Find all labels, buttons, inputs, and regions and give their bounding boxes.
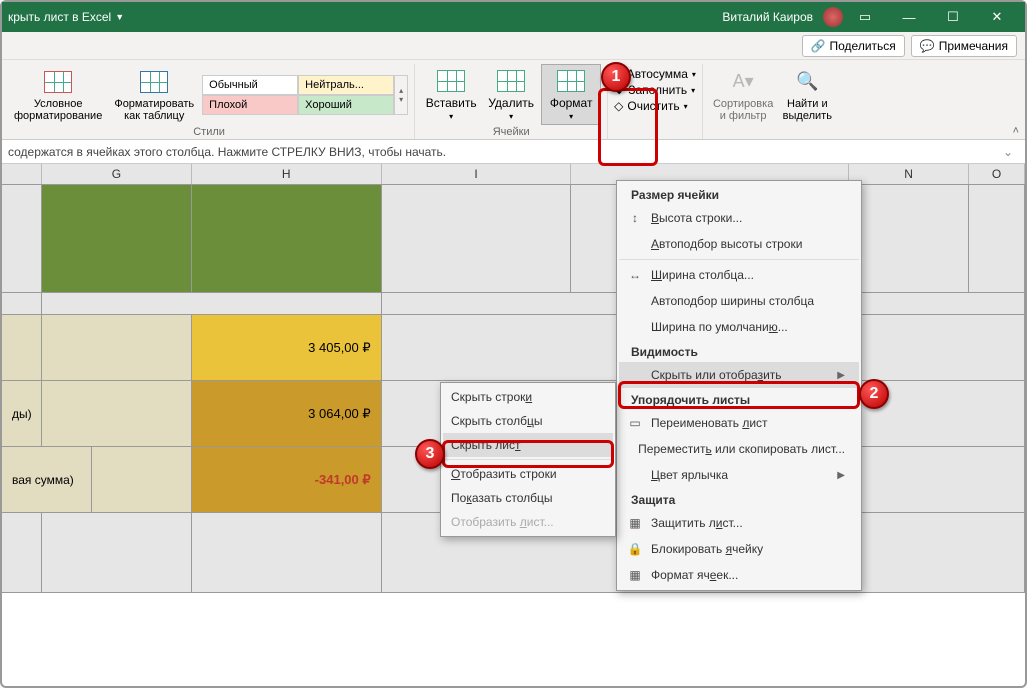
menu-item-row-height[interactable]: ↕ВВысота строки...ысота строки... bbox=[619, 205, 859, 231]
menu-item-show-cols[interactable]: Показать столбцы bbox=[443, 486, 613, 510]
lock-icon: 🔒 bbox=[627, 541, 643, 557]
rowhdr-gutter bbox=[2, 164, 42, 184]
avatar[interactable] bbox=[823, 7, 843, 27]
title-dropdown-icon[interactable]: ▼ bbox=[115, 12, 124, 22]
menu-item-autofit-col[interactable]: Автоподбор ширины столбца bbox=[619, 288, 859, 314]
formula-bar[interactable]: содержатся в ячейках этого столбца. Нажм… bbox=[2, 140, 1025, 164]
formula-expand-icon[interactable]: ⌄ bbox=[997, 145, 1019, 159]
protect-icon: ▦ bbox=[627, 515, 643, 531]
menu-item-format-cells[interactable]: ▦Формат ячеек... bbox=[619, 562, 859, 588]
row-label-1: ды) bbox=[2, 381, 42, 446]
col-n[interactable]: N bbox=[849, 164, 969, 184]
menu-item-show-rows[interactable]: Отобразить строки bbox=[443, 462, 613, 486]
col-h[interactable]: H bbox=[192, 164, 382, 184]
rename-icon: ▭ bbox=[627, 415, 643, 431]
group-label-cells: Ячейки bbox=[415, 126, 607, 138]
hide-show-submenu: Скрыть строки Скрыть столбцы Скрыть лист… bbox=[440, 382, 616, 537]
conditional-formatting-button[interactable]: Условное форматирование bbox=[10, 66, 106, 124]
format-menu: Размер ячейки ↕ВВысота строки...ысота ст… bbox=[616, 180, 862, 591]
callout-2: 2 bbox=[859, 379, 889, 409]
row-height-icon: ↕ bbox=[627, 210, 643, 226]
maximize-window-icon[interactable]: ☐ bbox=[931, 2, 975, 32]
format-as-table-icon bbox=[138, 68, 170, 96]
menu-item-lock-cell[interactable]: 🔒Блокировать ячейку bbox=[619, 536, 859, 562]
find-select-button[interactable]: 🔍 Найти и выделить bbox=[777, 66, 837, 124]
menu-item-move-copy-sheet[interactable]: Переместить или скопировать лист... bbox=[619, 436, 859, 462]
menu-item-protect-sheet[interactable]: ▦Защитить лист... bbox=[619, 510, 859, 536]
col-g[interactable]: G bbox=[42, 164, 192, 184]
share-icon: 🔗 bbox=[811, 39, 826, 53]
menu-item-hide-rows[interactable]: Скрыть строки bbox=[443, 385, 613, 409]
style-neutral[interactable]: Нейтраль... bbox=[298, 75, 394, 95]
conditional-formatting-icon bbox=[42, 68, 74, 96]
find-icon: 🔍 bbox=[791, 68, 823, 96]
insert-icon bbox=[435, 67, 467, 95]
menu-item-tab-color[interactable]: Цвет ярлычка▶ bbox=[619, 462, 859, 488]
menu-item-default-width[interactable]: Ширина по умолчанию... bbox=[619, 314, 859, 340]
style-bad[interactable]: Плохой bbox=[202, 95, 298, 115]
menu-header-protect: Защита bbox=[619, 488, 859, 510]
formula-text: содержатся в ячейках этого столбца. Нажм… bbox=[8, 145, 446, 159]
share-button[interactable]: 🔗Поделиться bbox=[802, 35, 905, 57]
format-icon bbox=[555, 67, 587, 95]
callout-3: 3 bbox=[415, 439, 445, 469]
styles-more-button[interactable]: ▴▾ bbox=[394, 75, 408, 115]
submenu-arrow-icon: ▶ bbox=[837, 470, 845, 481]
format-as-table-button[interactable]: Форматировать как таблицу bbox=[110, 66, 198, 124]
menu-item-autofit-row[interactable]: Автоподбор высоты строки bbox=[619, 231, 859, 257]
sort-filter-icon: A▾ bbox=[727, 68, 759, 96]
col-width-icon: ↔ bbox=[627, 267, 643, 283]
user-name[interactable]: Виталий Каиров bbox=[722, 10, 813, 24]
menu-header-visibility: Видимость bbox=[619, 340, 859, 362]
menu-item-show-sheet: Отобразить лист... bbox=[443, 510, 613, 534]
menu-item-hide-cols[interactable]: Скрыть столбцы bbox=[443, 409, 613, 433]
cell-h-val2[interactable]: 3 064,00 ₽ bbox=[192, 381, 382, 446]
menu-item-col-width[interactable]: ↔Ширина столбца... bbox=[619, 262, 859, 288]
ribbon: Условное форматирование Форматировать ка… bbox=[2, 60, 1025, 140]
menu-header-cellsize: Размер ячейки bbox=[619, 183, 859, 205]
share-bar: 🔗Поделиться 💬Примечания bbox=[2, 32, 1025, 60]
group-label-styles: Стили bbox=[4, 126, 414, 138]
window-title: крыть лист в Excel bbox=[8, 10, 111, 24]
clear-button[interactable]: ◇Очистить ▾ bbox=[614, 98, 688, 114]
titlebar: крыть лист в Excel ▼ Виталий Каиров ▭ — … bbox=[2, 2, 1025, 32]
restore-window-icon[interactable]: ▭ bbox=[843, 2, 887, 32]
cell-h-val1[interactable]: 3 405,00 ₽ bbox=[192, 315, 382, 380]
menu-item-hide-sheet[interactable]: Скрыть лист bbox=[443, 433, 613, 457]
insert-button[interactable]: Вставить▾ bbox=[421, 65, 481, 124]
style-good[interactable]: Хороший bbox=[298, 95, 394, 115]
col-o[interactable]: O bbox=[969, 164, 1025, 184]
menu-item-hide-show[interactable]: Скрыть или отобразить▶ bbox=[619, 362, 859, 388]
minimize-window-icon[interactable]: — bbox=[887, 2, 931, 32]
cell-h-val3[interactable]: -341,00 ₽ bbox=[192, 447, 382, 512]
submenu-arrow-icon: ▶ bbox=[837, 370, 845, 381]
sort-filter-button[interactable]: A▾ Сортировка и фильтр bbox=[709, 66, 777, 124]
row-label-2: вая сумма) bbox=[2, 447, 92, 512]
menu-header-sheets: Упорядочить листы bbox=[619, 388, 859, 410]
callout-1: 1 bbox=[601, 62, 631, 92]
comments-button[interactable]: 💬Примечания bbox=[911, 35, 1017, 57]
eraser-icon: ◇ bbox=[614, 99, 623, 113]
format-button[interactable]: Формат▾ bbox=[541, 64, 601, 125]
close-window-icon[interactable]: ✕ bbox=[975, 2, 1019, 32]
style-normal[interactable]: Обычный bbox=[202, 75, 298, 95]
delete-icon bbox=[495, 67, 527, 95]
delete-button[interactable]: Удалить▾ bbox=[481, 65, 541, 124]
comment-icon: 💬 bbox=[920, 39, 935, 53]
format-cells-icon: ▦ bbox=[627, 567, 643, 583]
col-i[interactable]: I bbox=[382, 164, 572, 184]
column-headers: G H I N O bbox=[2, 164, 1025, 185]
collapse-ribbon-icon[interactable]: ˄ bbox=[1013, 125, 1019, 137]
menu-item-rename-sheet[interactable]: ▭Переименовать лист bbox=[619, 410, 859, 436]
